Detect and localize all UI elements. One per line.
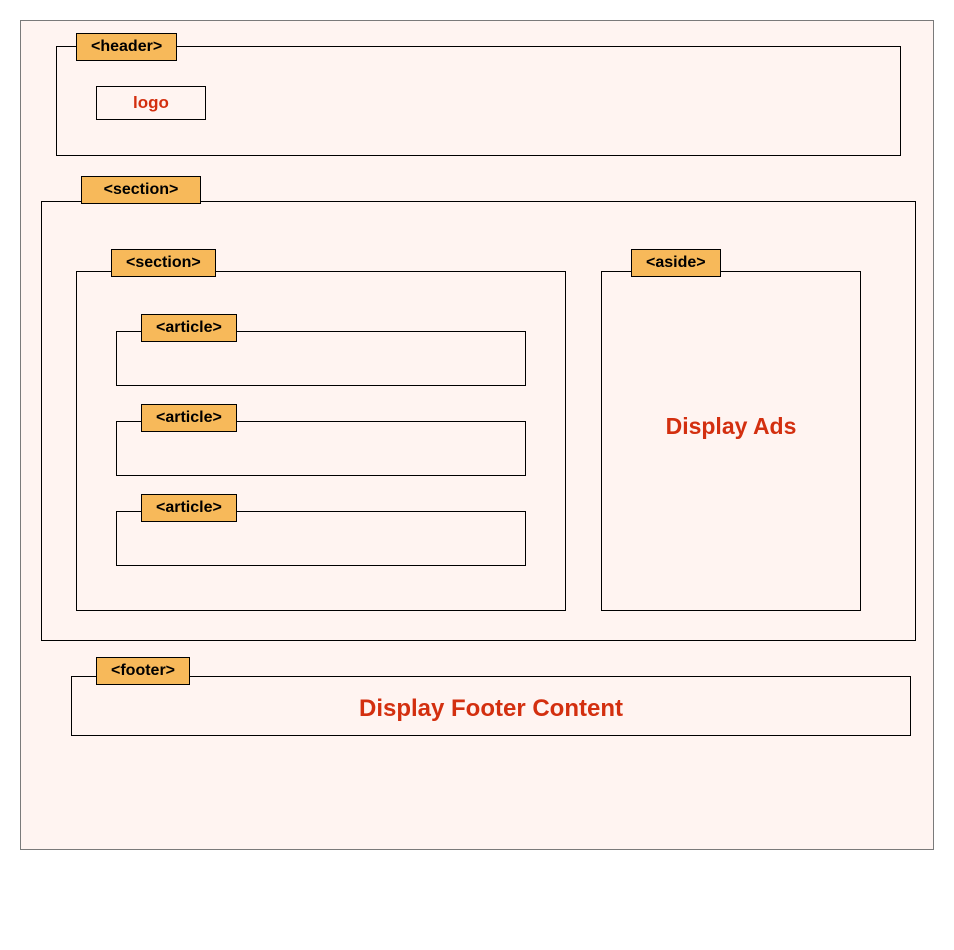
section-inner-tag-label: <section>	[111, 249, 216, 277]
logo-box: logo	[96, 86, 206, 120]
article-tag-1: <article>	[141, 314, 237, 342]
section-outer-tag-label: <section>	[81, 176, 201, 204]
aside-box: Display Ads	[601, 271, 861, 611]
footer-box: Display Footer Content	[71, 676, 911, 736]
layout-diagram-canvas: <header> logo <section> <section> <artic…	[20, 20, 934, 850]
article-tag-2: <article>	[141, 404, 237, 432]
article-tag-3: <article>	[141, 494, 237, 522]
header-tag-label: <header>	[76, 33, 177, 61]
footer-content-text: Display Footer Content	[359, 695, 623, 723]
aside-content-text: Display Ads	[666, 413, 797, 440]
footer-tag-label: <footer>	[96, 657, 190, 685]
aside-tag-label: <aside>	[631, 249, 721, 277]
